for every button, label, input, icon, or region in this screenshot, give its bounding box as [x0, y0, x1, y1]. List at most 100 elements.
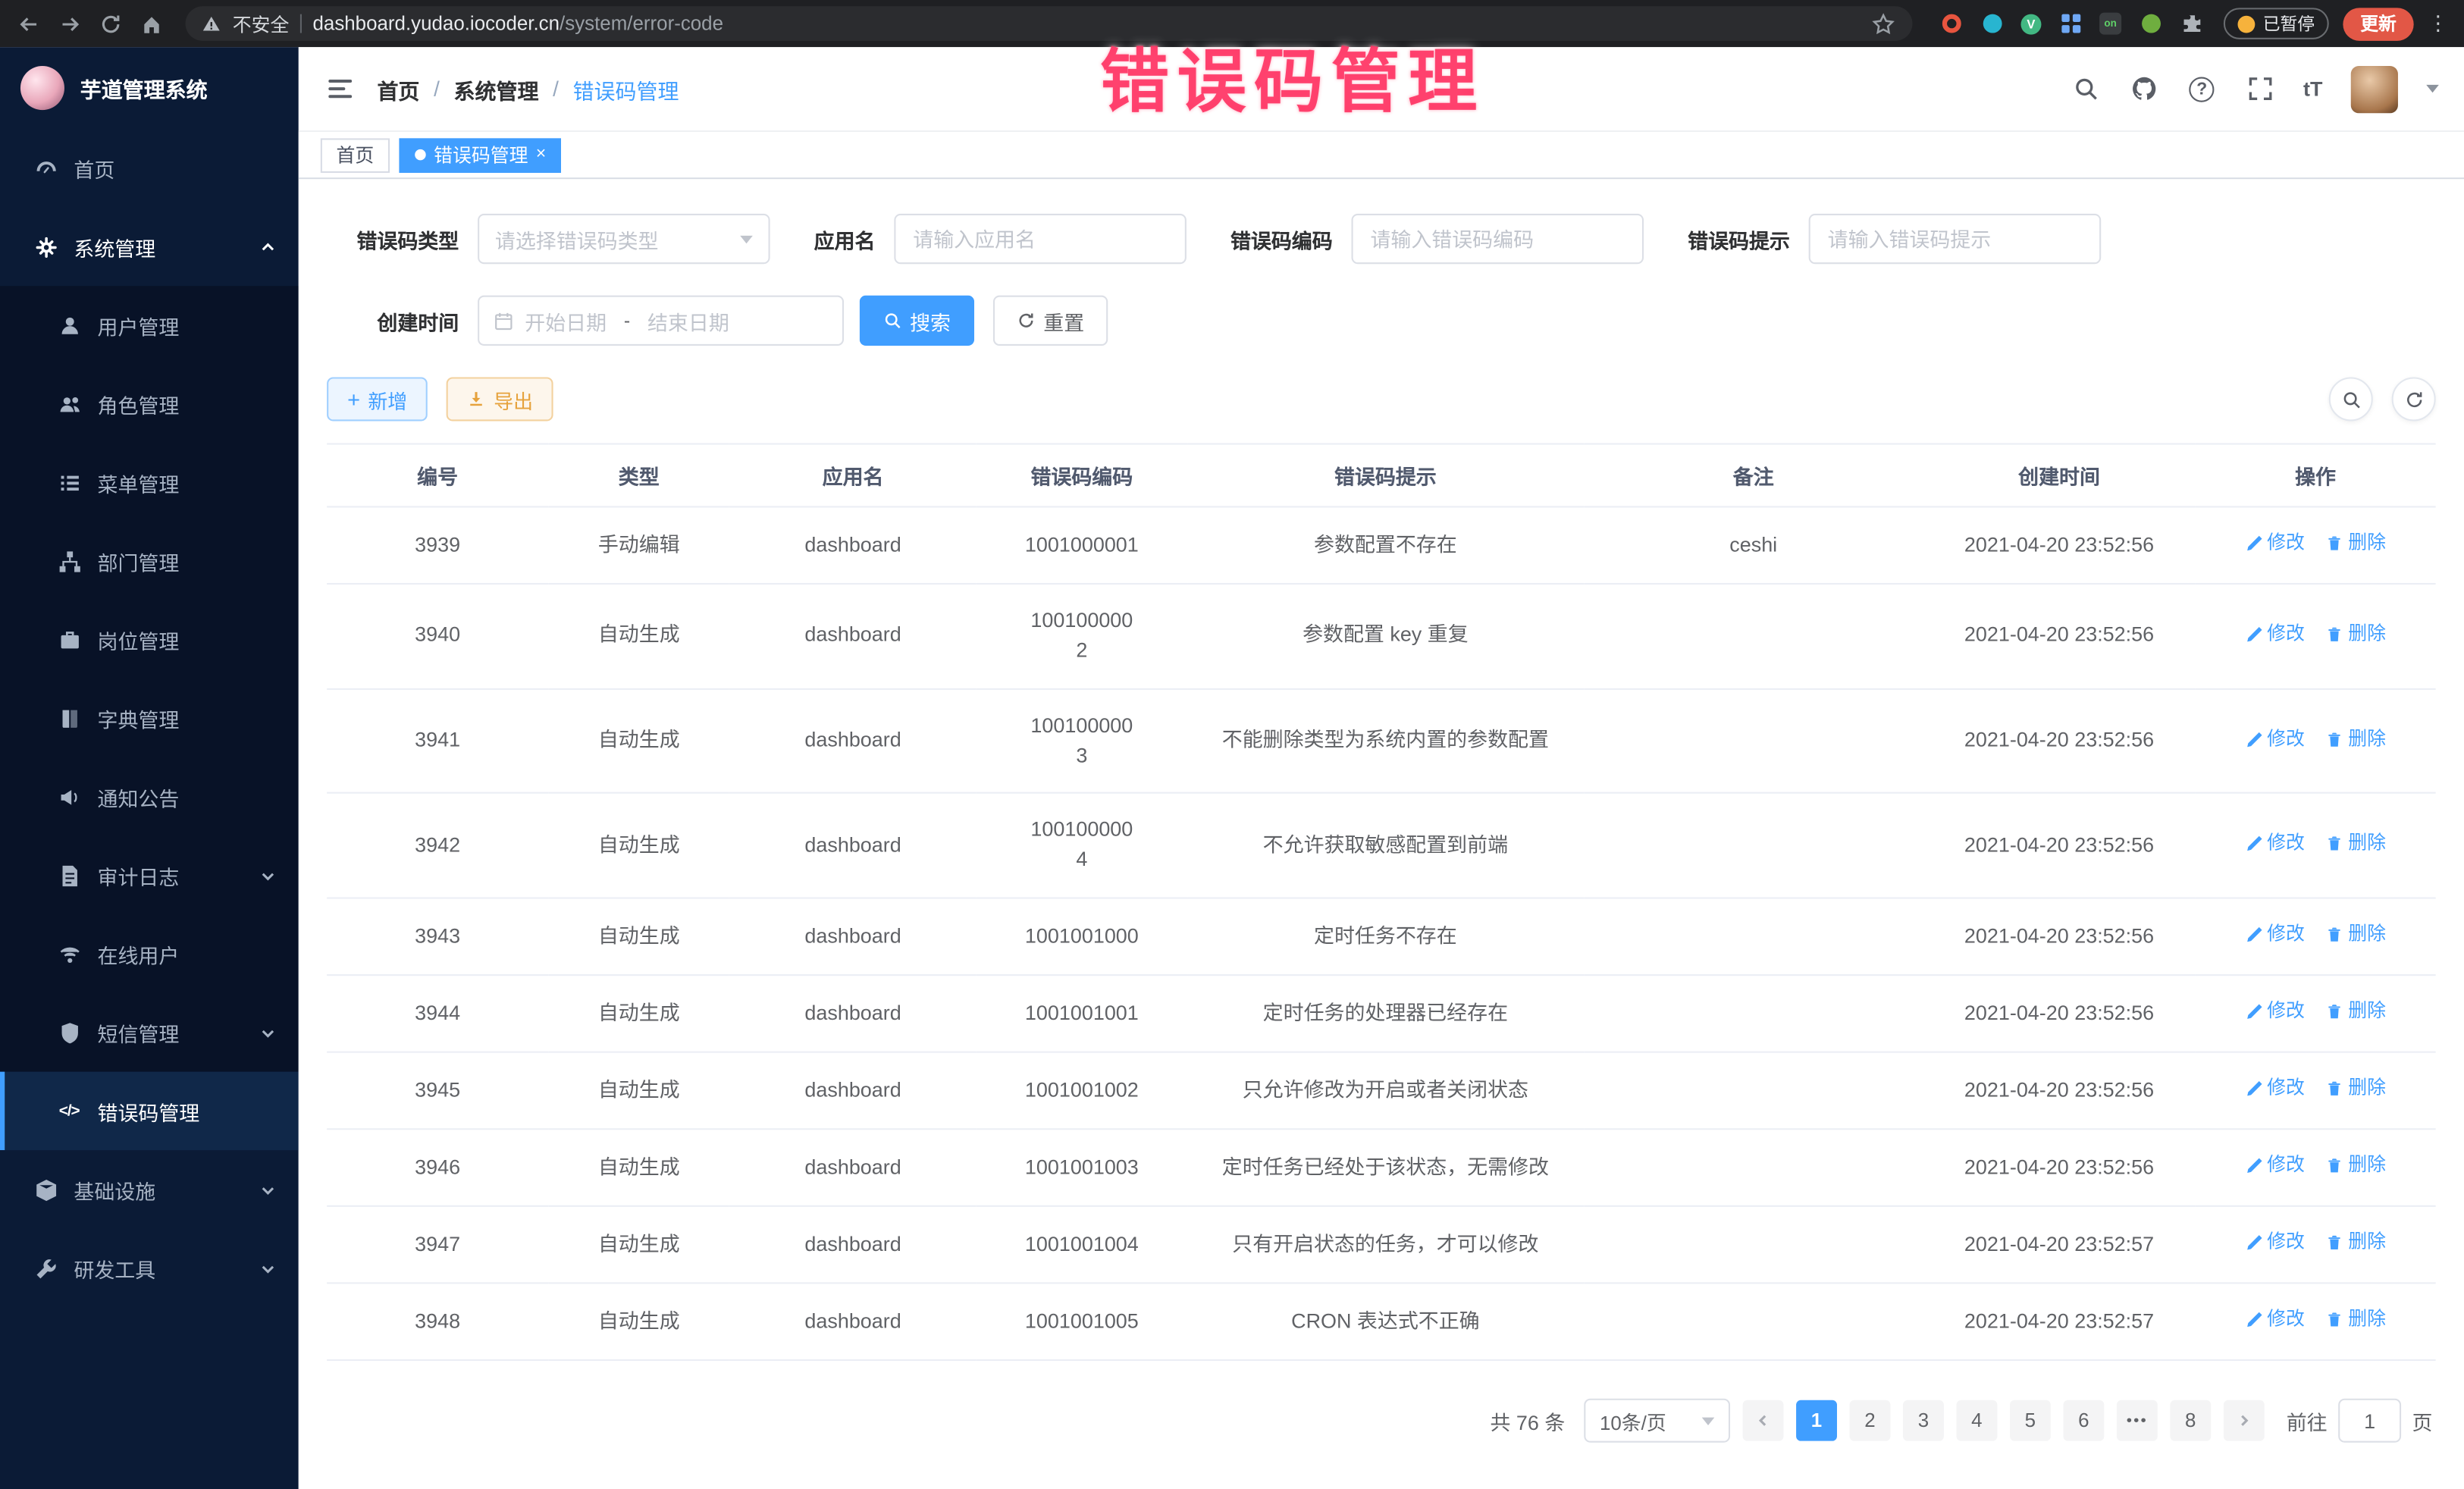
- delete-link[interactable]: 删除: [2326, 921, 2386, 948]
- edit-link[interactable]: 修改: [2245, 921, 2305, 948]
- page-button-1[interactable]: 1: [1796, 1400, 1837, 1441]
- github-icon[interactable]: [2129, 74, 2158, 103]
- vue-devtools-icon[interactable]: V: [2020, 14, 2041, 34]
- cell-type: 自动生成: [548, 1130, 729, 1207]
- edit-link[interactable]: 修改: [2245, 1075, 2305, 1102]
- refresh-icon[interactable]: [98, 10, 124, 36]
- bookmark-star-icon[interactable]: [1870, 10, 1897, 36]
- add-button[interactable]: + 新增: [327, 377, 428, 421]
- breadcrumb-system[interactable]: 系统管理: [454, 73, 539, 104]
- breadcrumb-home[interactable]: 首页: [377, 73, 419, 104]
- colorpicker-extension-icon[interactable]: [1980, 12, 2004, 36]
- recorder-extension-icon[interactable]: [1939, 12, 1963, 36]
- sidebar-item-role-management[interactable]: 角色管理: [0, 365, 299, 444]
- address-bar[interactable]: 不安全 dashboard.yudao.iocoder.cn/system/er…: [186, 6, 1913, 41]
- error-code-table: 编号 类型 应用名 错误码编码 错误码提示 备注 创建时间 操作 3939: [327, 444, 2436, 1362]
- close-icon[interactable]: ×: [536, 146, 546, 164]
- avatar[interactable]: [2351, 65, 2398, 112]
- search-icon[interactable]: [2071, 74, 2100, 103]
- users-icon: [57, 391, 82, 416]
- sidebar-item-error-code[interactable]: </> 错误码管理: [0, 1072, 299, 1151]
- next-page-button[interactable]: [2224, 1400, 2265, 1441]
- page-button-4[interactable]: 4: [1956, 1400, 1997, 1441]
- sidebar-item-label: 基础设施: [74, 1174, 155, 1204]
- delete-link[interactable]: 删除: [2326, 1152, 2386, 1180]
- help-icon[interactable]: ?: [2187, 74, 2217, 103]
- delete-link[interactable]: 删除: [2326, 1075, 2386, 1102]
- font-size-icon[interactable]: tT: [2303, 77, 2322, 101]
- page-button-5[interactable]: 5: [2010, 1400, 2051, 1441]
- more-pages-button[interactable]: •••: [2117, 1400, 2158, 1441]
- error-hint-input[interactable]: [1809, 214, 2102, 264]
- toggle-search-button[interactable]: [2329, 377, 2373, 421]
- delete-link[interactable]: 删除: [2326, 726, 2386, 753]
- prev-page-button[interactable]: [1743, 1400, 1784, 1441]
- sidebar-logo[interactable]: 芋道管理系统: [0, 47, 299, 129]
- home-icon[interactable]: [138, 10, 165, 36]
- edit-link[interactable]: 修改: [2245, 1152, 2305, 1180]
- page-button-2[interactable]: 2: [1850, 1400, 1891, 1441]
- sidebar-item-home[interactable]: 首页: [0, 129, 299, 208]
- sidebar-item-dept-management[interactable]: 部门管理: [0, 522, 299, 600]
- sidebar-item-post-management[interactable]: 岗位管理: [0, 600, 299, 679]
- tab-error-code[interactable]: 错误码管理 ×: [399, 137, 561, 172]
- sidebar-item-system[interactable]: 系统管理: [0, 208, 299, 287]
- tab-home[interactable]: 首页: [321, 137, 390, 172]
- delete-link[interactable]: 删除: [2326, 1306, 2386, 1334]
- app-name-input[interactable]: [894, 214, 1187, 264]
- cell-hint: 定时任务已经处于该状态，无需修改: [1187, 1130, 1584, 1207]
- refresh-table-button[interactable]: [2392, 377, 2436, 421]
- edit-link[interactable]: 修改: [2245, 998, 2305, 1025]
- page-button-8[interactable]: 8: [2170, 1400, 2211, 1441]
- sidebar-item-sms-management[interactable]: 短信管理: [0, 993, 299, 1072]
- update-button[interactable]: 更新: [2343, 7, 2413, 40]
- error-type-select[interactable]: 请选择错误码类型: [478, 214, 770, 264]
- search-button[interactable]: 搜索: [860, 296, 974, 346]
- date-range-picker[interactable]: 开始日期 - 结束日期: [478, 296, 844, 346]
- cell-app: dashboard: [729, 1206, 976, 1284]
- collapse-sidebar-icon[interactable]: [324, 73, 355, 104]
- sidebar-item-notice[interactable]: 通知公告: [0, 757, 299, 836]
- page-size-select[interactable]: 10条/页: [1584, 1399, 1730, 1443]
- sidebar-item-audit-log[interactable]: 审计日志: [0, 836, 299, 915]
- delete-link[interactable]: 删除: [2326, 620, 2386, 647]
- page-button-6[interactable]: 6: [2063, 1400, 2104, 1441]
- browser-menu-icon[interactable]: ⋮: [2428, 11, 2448, 36]
- avatar-caret-icon[interactable]: [2426, 85, 2439, 92]
- briefcase-icon: [57, 627, 82, 652]
- leaf-extension-icon[interactable]: [2139, 12, 2162, 36]
- delete-link[interactable]: 删除: [2326, 830, 2386, 857]
- sidebar-item-online-user[interactable]: 在线用户: [0, 914, 299, 993]
- apps-extension-icon[interactable]: [2058, 12, 2082, 36]
- reset-button[interactable]: 重置: [993, 296, 1108, 346]
- goto-page-input[interactable]: [2338, 1399, 2401, 1443]
- edit-link[interactable]: 修改: [2245, 726, 2305, 753]
- sidebar-item-user-management[interactable]: 用户管理: [0, 286, 299, 365]
- logo-image: [20, 66, 64, 110]
- paused-badge[interactable]: 已暂停: [2224, 8, 2329, 39]
- cell-type: 自动生成: [548, 898, 729, 976]
- edit-link[interactable]: 修改: [2245, 830, 2305, 857]
- back-icon[interactable]: [16, 10, 42, 36]
- sidebar-item-dev-tools[interactable]: 研发工具: [0, 1229, 299, 1308]
- edit-link[interactable]: 修改: [2245, 620, 2305, 647]
- forward-icon[interactable]: [57, 10, 83, 36]
- error-code-input[interactable]: [1352, 214, 1644, 264]
- sidebar-item-dict-management[interactable]: 字典管理: [0, 679, 299, 757]
- edit-link[interactable]: 修改: [2245, 1229, 2305, 1256]
- sidebar-item-infra[interactable]: 基础设施: [0, 1150, 299, 1229]
- delete-link[interactable]: 删除: [2326, 998, 2386, 1025]
- page-button-3[interactable]: 3: [1903, 1400, 1944, 1441]
- delete-link[interactable]: 删除: [2326, 529, 2386, 556]
- export-button[interactable]: 导出: [447, 377, 553, 421]
- warning-icon: [201, 14, 221, 34]
- delete-link[interactable]: 删除: [2326, 1229, 2386, 1256]
- edit-link[interactable]: 修改: [2245, 529, 2305, 556]
- puzzle-extensions-icon[interactable]: [2180, 12, 2203, 36]
- proxy-extension-icon[interactable]: on: [2099, 13, 2121, 35]
- edit-link[interactable]: 修改: [2245, 1306, 2305, 1334]
- sidebar-item-menu-management[interactable]: 菜单管理: [0, 444, 299, 522]
- cube-icon: [33, 1177, 58, 1202]
- cell-time: 2021-04-20 23:52:56: [1923, 506, 2196, 584]
- fullscreen-icon[interactable]: [2245, 74, 2274, 103]
